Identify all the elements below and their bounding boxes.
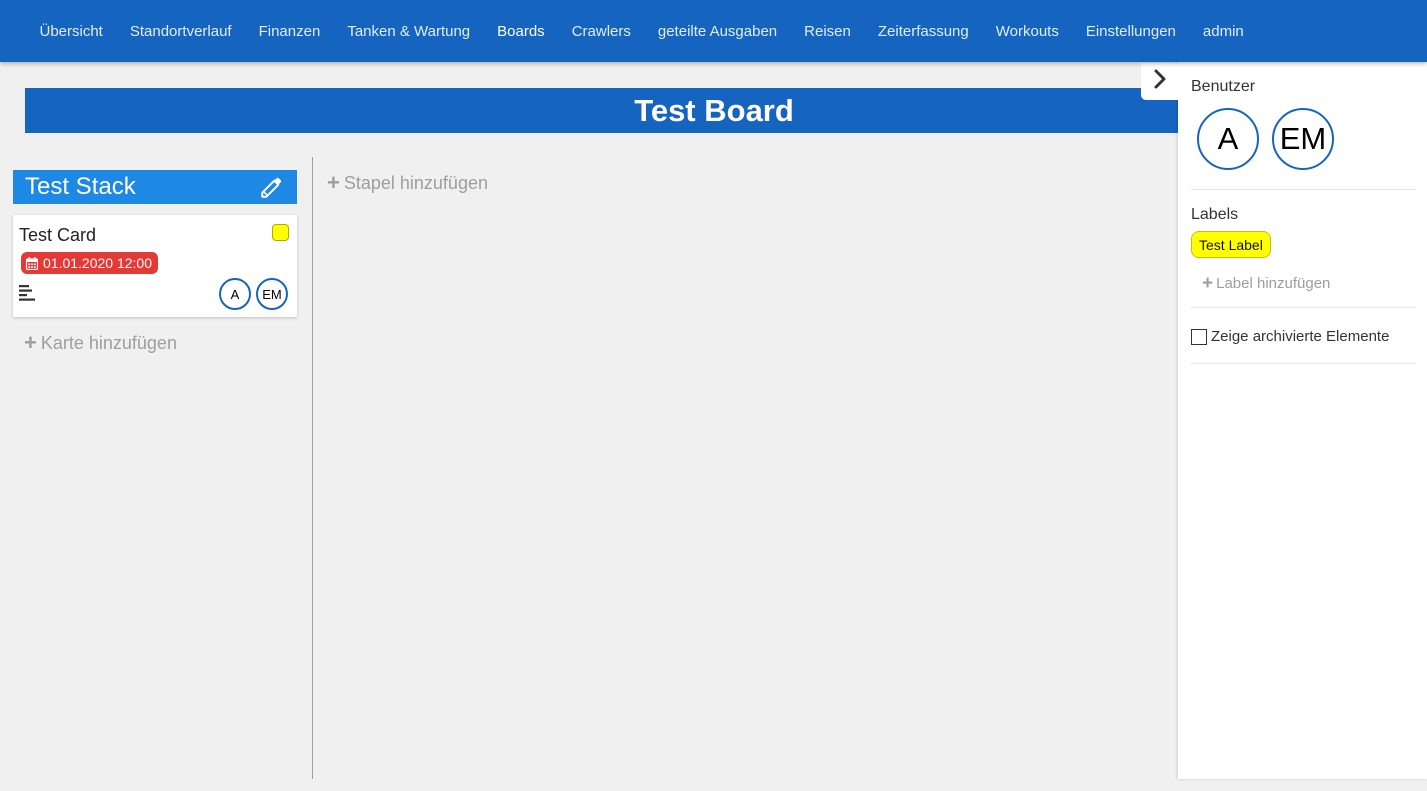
plus-icon: + xyxy=(327,170,340,195)
nav-item-crawlers[interactable]: Crawlers xyxy=(558,23,644,40)
users-heading: Benutzer xyxy=(1191,78,1256,95)
chevron-right-icon xyxy=(1153,69,1167,94)
calendar-icon xyxy=(26,256,38,270)
plus-icon: + xyxy=(24,330,37,355)
label-chip[interactable]: Test Label xyxy=(1191,231,1271,258)
nav-item-reisen[interactable]: Reisen xyxy=(791,23,865,40)
show-archived-label: Zeige archivierte Elemente xyxy=(1211,328,1390,345)
nav-item-admin[interactable]: admin xyxy=(1189,23,1257,40)
board-users: A EM xyxy=(1197,108,1334,170)
avatar: EM xyxy=(256,278,288,310)
plus-icon: + xyxy=(1202,273,1214,294)
nav-item-workouts[interactable]: Workouts xyxy=(982,23,1072,40)
add-label-text: Label hinzufügen xyxy=(1216,275,1331,292)
divider xyxy=(1191,363,1416,364)
add-label-button[interactable]: + Label hinzufügen xyxy=(1202,274,1330,293)
avatar[interactable]: EM xyxy=(1272,108,1334,170)
pencil-icon[interactable] xyxy=(259,174,285,200)
add-stack-button[interactable]: + Stapel hinzufügen xyxy=(327,172,488,194)
card-title: Test Card xyxy=(19,225,97,245)
card-label-indicator xyxy=(272,224,289,241)
nav-item-zeiterfassung[interactable]: Zeiterfassung xyxy=(864,23,982,40)
labels-heading: Labels xyxy=(1191,206,1239,223)
nav-item-uebersicht[interactable]: Übersicht xyxy=(26,23,116,40)
due-date-badge: 01.01.2020 12:00 xyxy=(21,252,158,274)
card-assignees: A EM xyxy=(219,278,288,310)
divider xyxy=(1191,189,1416,190)
stack-title: Test Stack xyxy=(25,173,136,200)
show-archived-option: Zeige archivierte Elemente xyxy=(1191,328,1389,345)
avatar: A xyxy=(219,278,251,310)
nav-item-geteilte-ausgaben[interactable]: geteilte Ausgaben xyxy=(644,23,790,40)
nav-item-finanzen[interactable]: Finanzen xyxy=(245,23,334,40)
nav-item-standortverlauf[interactable]: Standortverlauf xyxy=(116,23,245,40)
show-archived-checkbox[interactable] xyxy=(1191,328,1207,345)
add-stack-label: Stapel hinzufügen xyxy=(343,172,488,193)
avatar[interactable]: A xyxy=(1197,108,1259,170)
nav-item-tanken-wartung[interactable]: Tanken & Wartung xyxy=(334,23,484,40)
add-card-label: Karte hinzufügen xyxy=(40,332,177,353)
card[interactable]: Test Card 01.01.2020 12:00 A EM xyxy=(13,215,297,317)
top-navbar: Übersicht Standortverlauf Finanzen Tanke… xyxy=(0,0,1427,62)
description-icon xyxy=(19,285,36,306)
nav-item-boards[interactable]: Boards xyxy=(484,23,559,40)
stack-header: Test Stack xyxy=(13,170,297,204)
due-date-text: 01.01.2020 12:00 xyxy=(43,255,152,271)
nav-item-einstellungen[interactable]: Einstellungen xyxy=(1072,23,1189,40)
add-card-button[interactable]: + Karte hinzufügen xyxy=(24,332,177,354)
sidebar-toggle-button[interactable] xyxy=(1141,63,1178,100)
board-sidebar: Benutzer A EM Labels Test Label + Label … xyxy=(1178,62,1427,779)
divider xyxy=(1191,307,1416,308)
stack-divider xyxy=(312,157,313,779)
